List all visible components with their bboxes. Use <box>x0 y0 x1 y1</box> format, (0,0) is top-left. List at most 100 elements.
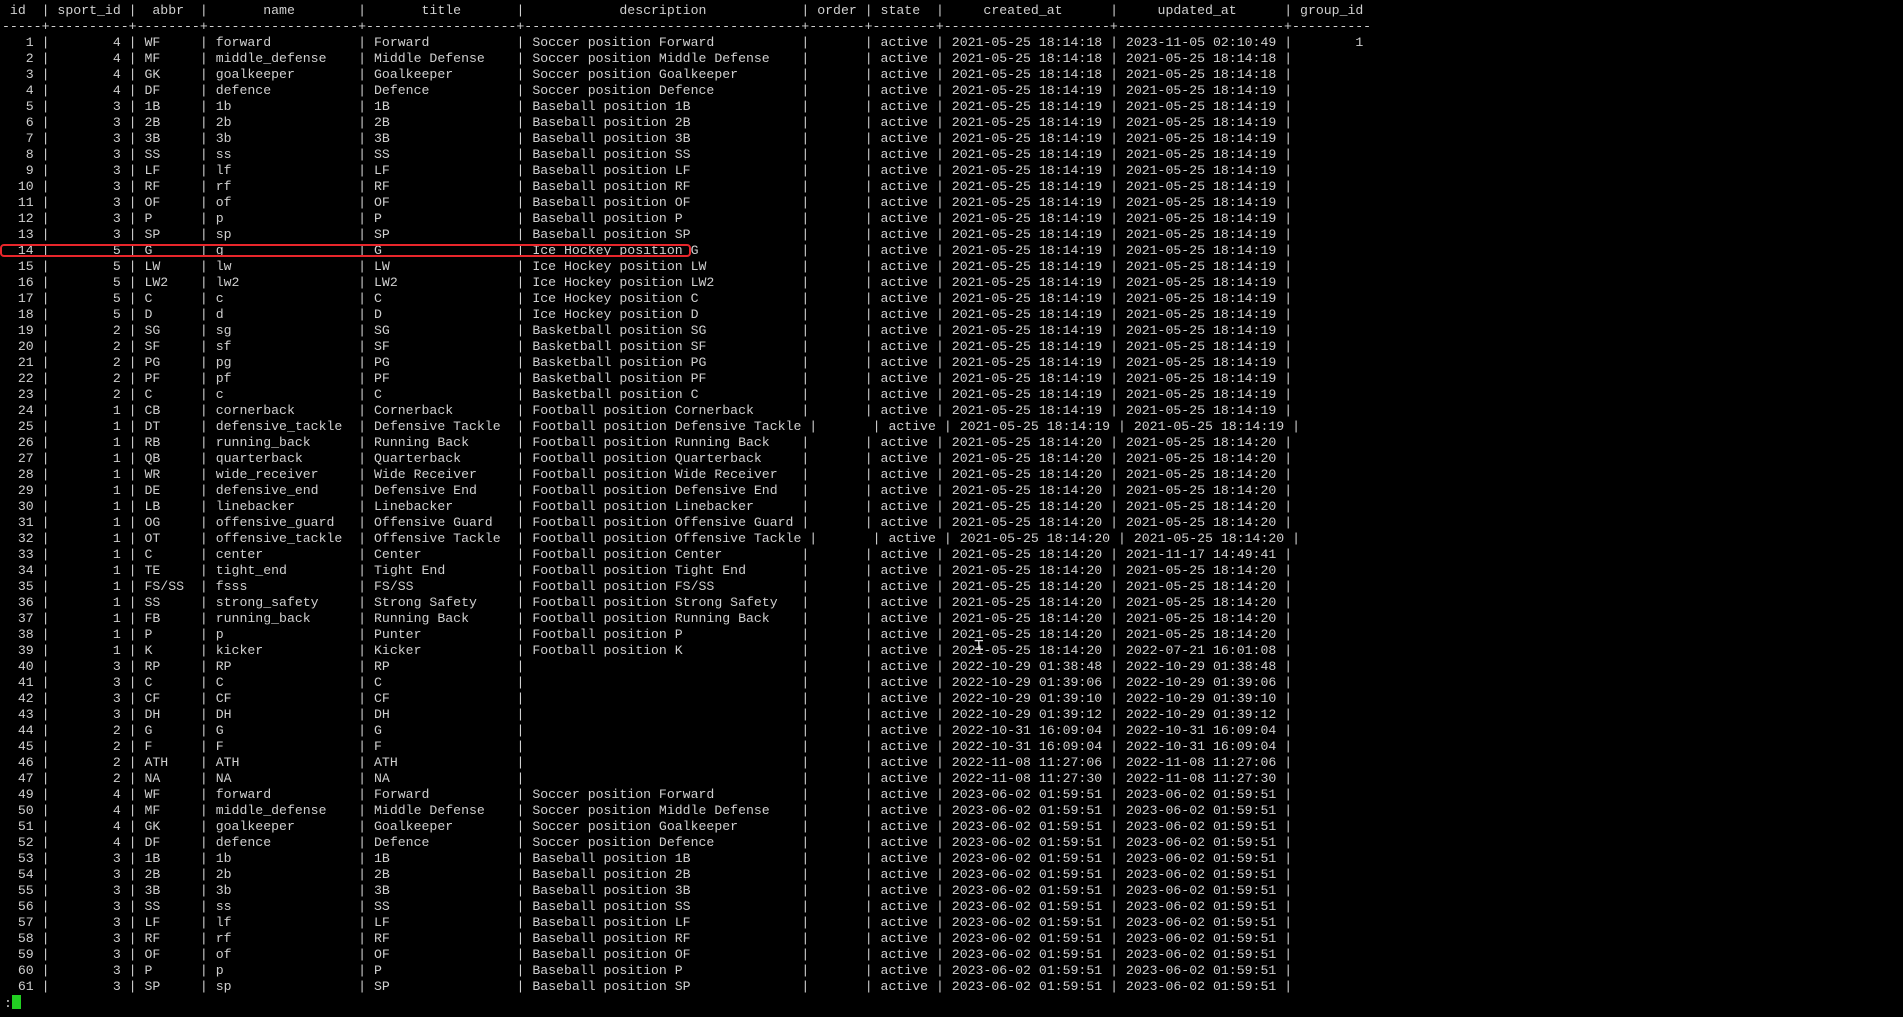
cell-order <box>817 483 857 498</box>
cell-id: 45 <box>9 739 34 754</box>
cell-created-at: 2021-05-25 18:14:19 <box>951 163 1103 178</box>
cell-order <box>817 803 857 818</box>
cell-updated-at: 2021-05-25 18:14:19 <box>1125 371 1277 386</box>
cell-description <box>532 691 793 706</box>
cell-abbr: DF <box>144 83 192 98</box>
cell-group-id <box>1300 291 1363 306</box>
cell-id: 26 <box>9 435 34 450</box>
cell-name: middle_defense <box>215 51 351 66</box>
cell-abbr: MF <box>144 803 192 818</box>
table-row: 60 | 3 | P | p | P | Baseball position P… <box>2 963 1371 979</box>
cell-updated-at: 2021-05-25 18:14:20 <box>1125 435 1277 450</box>
cell-updated-at: 2021-11-17 14:49:41 <box>1125 547 1277 562</box>
cell-updated-at: 2022-10-29 01:39:06 <box>1125 675 1277 690</box>
cell-sport-id: 5 <box>57 307 121 322</box>
cell-sport-id: 3 <box>57 211 121 226</box>
cell-created-at: 2023-06-02 01:59:51 <box>951 963 1103 978</box>
column-header-state: state <box>880 3 929 18</box>
cell-name: lw2 <box>215 275 351 290</box>
cell-title: 2B <box>374 867 509 882</box>
cell-name: DH <box>215 707 351 722</box>
cell-description: Baseball position 3B <box>532 883 794 898</box>
cell-updated-at: 2021-05-25 18:14:20 <box>1125 483 1277 498</box>
cell-updated-at: 2021-05-25 18:14:19 <box>1125 291 1277 306</box>
cell-abbr: C <box>144 387 192 402</box>
cell-title: G <box>374 243 509 258</box>
cell-title: Goalkeeper <box>374 67 509 82</box>
cell-name: wide_receiver <box>215 467 351 482</box>
table-row: 19 | 2 | SG | sg | SG | Basketball posit… <box>2 323 1371 339</box>
pager-prompt[interactable]: : <box>4 995 21 1011</box>
cell-order <box>817 179 857 194</box>
cell-order <box>817 659 857 674</box>
cell-sport-id: 2 <box>57 387 121 402</box>
cell-created-at: 2021-05-25 18:14:19 <box>951 275 1103 290</box>
cell-description: Baseball position RF <box>532 179 794 194</box>
cell-abbr: SP <box>144 227 192 242</box>
cell-title: Defence <box>374 83 509 98</box>
cell-name: fsss <box>215 579 351 594</box>
cell-name: G <box>215 723 351 738</box>
table-row: 20 | 2 | SF | sf | SF | Basketball posit… <box>2 339 1371 355</box>
cell-name: p <box>215 963 351 978</box>
cell-description <box>532 675 793 690</box>
cell-abbr: SF <box>144 339 192 354</box>
cell-sport-id: 3 <box>57 99 121 114</box>
table-row: 53 | 3 | 1B | 1b | 1B | Baseball positio… <box>2 851 1371 867</box>
cell-name: forward <box>215 787 351 802</box>
cell-name: center <box>215 547 351 562</box>
cell-sport-id: 2 <box>57 323 121 338</box>
cell-abbr: 2B <box>144 115 192 130</box>
cell-description: Football position Cornerback <box>532 403 794 418</box>
cell-created-at: 2021-05-25 18:14:19 <box>951 99 1103 114</box>
cell-name: rf <box>215 179 351 194</box>
cell-sport-id: 1 <box>57 451 121 466</box>
cell-id: 55 <box>9 883 34 898</box>
cell-name: lf <box>215 915 351 930</box>
cell-abbr: GK <box>144 819 192 834</box>
cell-id: 57 <box>9 915 34 930</box>
cell-group-id <box>1300 627 1363 642</box>
cell-group-id <box>1308 531 1371 546</box>
cell-state: active <box>880 435 929 450</box>
cell-description: Football position Defensive End <box>532 483 794 498</box>
table-row: 49 | 4 | WF | forward | Forward | Soccer… <box>2 787 1371 803</box>
cell-updated-at: 2022-10-29 01:38:48 <box>1125 659 1277 674</box>
cell-name: cornerback <box>215 403 351 418</box>
cell-id: 42 <box>9 691 34 706</box>
cell-state: active <box>880 659 929 674</box>
cell-abbr: DF <box>144 835 192 850</box>
cell-id: 49 <box>9 787 34 802</box>
cell-updated-at: 2021-05-25 18:14:19 <box>1125 307 1277 322</box>
cell-id: 54 <box>9 867 34 882</box>
cell-sport-id: 1 <box>57 499 121 514</box>
cell-state: active <box>880 179 929 194</box>
cell-updated-at: 2021-05-25 18:14:19 <box>1125 83 1277 98</box>
cell-title: Tight End <box>374 563 509 578</box>
cell-group-id <box>1300 339 1363 354</box>
cell-created-at: 2023-06-02 01:59:51 <box>951 915 1103 930</box>
cell-name: defensive_end <box>215 483 351 498</box>
cell-created-at: 2023-06-02 01:59:51 <box>951 835 1103 850</box>
cell-id: 27 <box>9 451 34 466</box>
cell-state: active <box>880 979 929 994</box>
cell-state: active <box>880 147 929 162</box>
cell-sport-id: 3 <box>57 851 121 866</box>
cell-created-at: 2021-05-25 18:14:20 <box>951 579 1103 594</box>
table-row: 24 | 1 | CB | cornerback | Cornerback | … <box>2 403 1371 419</box>
cell-description <box>532 755 793 770</box>
cell-title: LF <box>374 915 509 930</box>
table-row: 16 | 5 | LW2 | lw2 | LW2 | Ice Hockey po… <box>2 275 1371 291</box>
cell-name: CF <box>215 691 351 706</box>
cell-created-at: 2021-05-25 18:14:20 <box>951 451 1103 466</box>
cell-updated-at: 2023-06-02 01:59:51 <box>1125 963 1277 978</box>
cell-sport-id: 4 <box>57 67 121 82</box>
cell-name: sp <box>215 227 351 242</box>
table-row: 22 | 2 | PF | pf | PF | Basketball posit… <box>2 371 1371 387</box>
cell-created-at: 2021-05-25 18:14:20 <box>951 611 1103 626</box>
table-row: 56 | 3 | SS | ss | SS | Baseball positio… <box>2 899 1371 915</box>
cell-id: 12 <box>9 211 34 226</box>
terminal-window[interactable]: { "colors": {"background": "#000000", "t… <box>0 0 1903 1017</box>
cell-group-id <box>1300 867 1363 882</box>
table-row: 51 | 4 | GK | goalkeeper | Goalkeeper | … <box>2 819 1371 835</box>
